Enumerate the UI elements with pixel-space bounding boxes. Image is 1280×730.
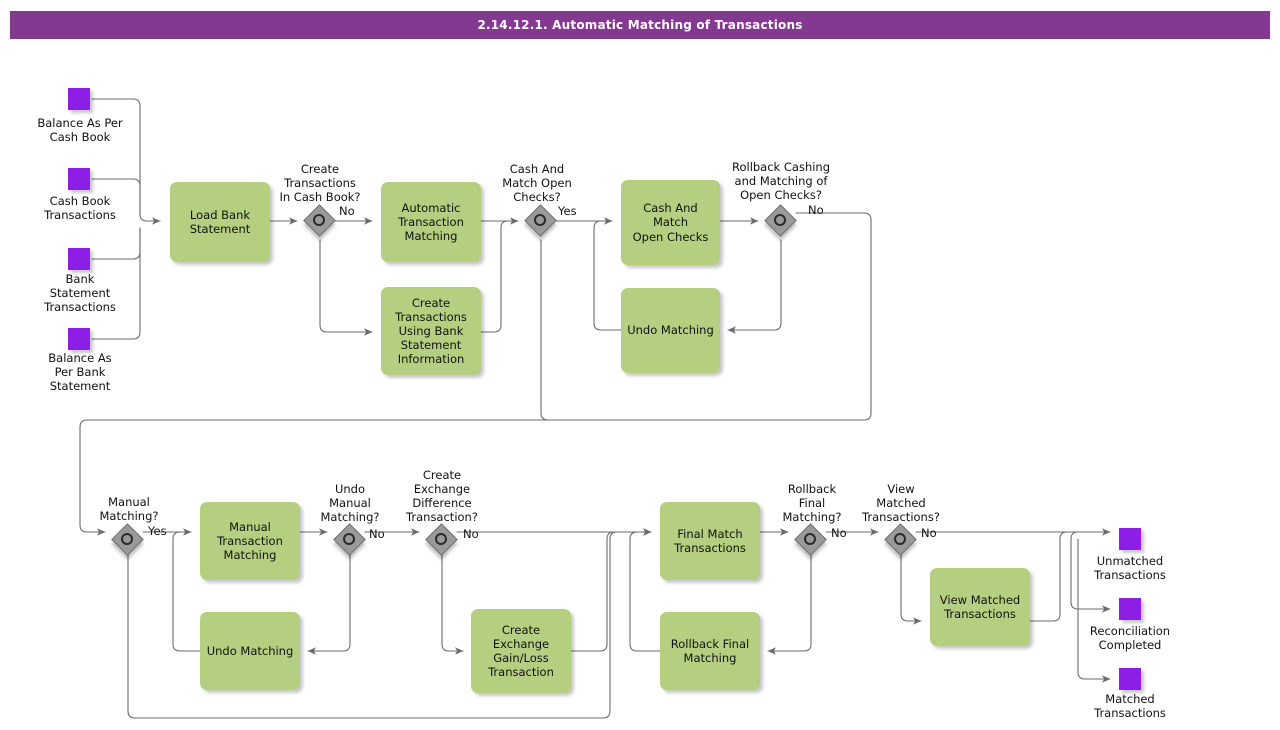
gateway-ring-icon	[804, 533, 816, 545]
data-object-unmatched-transactions[interactable]	[1119, 528, 1141, 550]
gateway-label-create-exchange-difference-transaction: Create Exchange Difference Transaction?	[406, 468, 478, 525]
task-view-matched-transactions[interactable]: View Matched Transactions	[930, 568, 1030, 646]
data-object-label-matched-transactions: Matched Transactions	[1094, 692, 1166, 721]
edge-label-no-rollback-final-matching: No	[831, 526, 847, 540]
edge-label-no-undo-manual-matching: No	[369, 527, 385, 541]
task-cash-and-match-open-checks[interactable]: Cash And Match Open Checks	[621, 180, 720, 265]
data-object-label-reconciliation-completed: Reconciliation Completed	[1089, 624, 1171, 653]
gateway-create-transactions-in-cash-book[interactable]	[303, 204, 336, 237]
task-manual-transaction-matching[interactable]: Manual Transaction Matching	[200, 502, 300, 580]
data-object-label-bank-statement-transactions: Bank Statement Transactions	[44, 272, 116, 315]
task-create-exchange-gain-loss-transaction[interactable]: Create Exchange Gain/Loss Transaction	[471, 609, 571, 693]
gateway-label-view-matched-transactions: View Matched Transactions?	[862, 482, 940, 525]
data-object-reconciliation-completed[interactable]	[1119, 598, 1141, 620]
task-undo-matching-top[interactable]: Undo Matching	[621, 288, 720, 373]
data-object-matched-transactions[interactable]	[1119, 668, 1141, 690]
gateway-ring-icon	[534, 214, 546, 226]
edge-label-no-create-exchange-difference-transaction: No	[463, 527, 479, 541]
edge-label-yes-cash-and-match-open-checks: Yes	[558, 204, 577, 218]
gateway-ring-icon	[121, 533, 133, 545]
edge-label-no-create-transactions-in-cash-book: No	[339, 204, 355, 218]
task-rollback-final-matching[interactable]: Rollback Final Matching	[660, 612, 760, 690]
gateway-manual-matching[interactable]	[111, 523, 144, 556]
edge-label-no-view-matched-transactions: No	[921, 526, 937, 540]
data-object-cash-book-transactions[interactable]	[68, 168, 90, 190]
data-object-label-unmatched-transactions: Unmatched Transactions	[1094, 554, 1166, 583]
gateway-label-undo-manual-matching: Undo Manual Matching?	[320, 482, 380, 525]
gateway-ring-icon	[343, 533, 355, 545]
gateway-ring-icon	[894, 533, 906, 545]
gateway-ring-icon	[435, 533, 447, 545]
data-object-label-balance-as-per-bank-statement: Balance As Per Bank Statement	[48, 351, 112, 394]
task-create-transactions-using-bank-statement-information[interactable]: Create Transactions Using Bank Statement…	[381, 287, 481, 375]
task-load-bank-statement[interactable]: Load Bank Statement	[170, 182, 270, 262]
data-object-label-cash-book-transactions: Cash Book Transactions	[44, 194, 116, 223]
gateway-label-manual-matching: Manual Matching?	[99, 495, 159, 524]
edge-label-no-rollback-cashing-and-matching: No	[808, 203, 824, 217]
gateway-label-create-transactions-in-cash-book: Create Transactions In Cash Book?	[279, 162, 361, 205]
task-final-match-transactions[interactable]: Final Match Transactions	[660, 502, 760, 580]
gateway-rollback-final-matching[interactable]	[794, 523, 827, 556]
gateway-ring-icon	[313, 214, 325, 226]
gateway-ring-icon	[774, 214, 786, 226]
data-object-balance-as-per-bank-statement[interactable]	[68, 328, 90, 350]
gateway-label-rollback-cashing-and-matching-of-open-checks: Rollback Cashing and Matching of Open Ch…	[731, 160, 831, 203]
edge-label-yes-manual-matching: Yes	[148, 524, 167, 538]
diagram-canvas: 2.14.12.1. Automatic Matching of Transac…	[0, 0, 1280, 730]
data-object-label-balance-as-per-cash-book: Balance As Per Cash Book	[37, 116, 123, 145]
data-object-bank-statement-transactions[interactable]	[68, 248, 90, 270]
gateway-undo-manual-matching[interactable]	[333, 523, 366, 556]
gateway-rollback-cashing-and-matching-of-open-checks[interactable]	[764, 204, 797, 237]
data-object-balance-as-per-cash-book[interactable]	[68, 88, 90, 110]
gateway-view-matched-transactions[interactable]	[884, 523, 917, 556]
page-title: 2.14.12.1. Automatic Matching of Transac…	[10, 11, 1270, 39]
gateway-label-cash-and-match-open-checks: Cash And Match Open Checks?	[502, 162, 572, 205]
task-undo-matching-bottom[interactable]: Undo Matching	[200, 612, 300, 690]
gateway-create-exchange-difference-transaction[interactable]	[425, 523, 458, 556]
task-automatic-transaction-matching[interactable]: Automatic Transaction Matching	[381, 182, 481, 262]
gateway-cash-and-match-open-checks[interactable]	[524, 204, 557, 237]
